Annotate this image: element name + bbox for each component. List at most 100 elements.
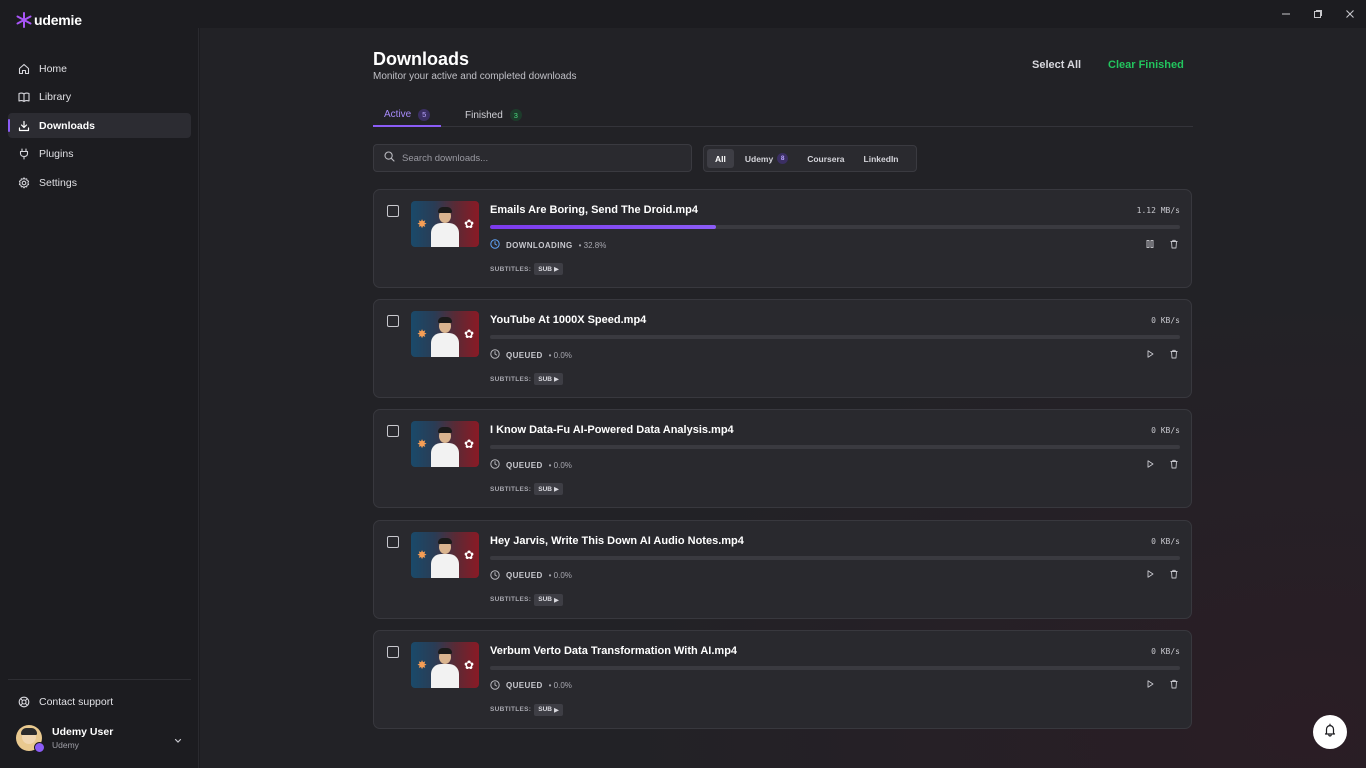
delete-button[interactable] bbox=[1168, 458, 1179, 469]
subtitles-badge[interactable]: SUB ▶ bbox=[534, 703, 564, 716]
progress-track bbox=[490, 225, 1180, 229]
contact-support-link[interactable]: Contact support bbox=[8, 690, 191, 714]
download-speed: 1.12 MB/s bbox=[1136, 206, 1180, 215]
select-all-button[interactable]: Select All bbox=[1032, 59, 1081, 71]
progress-track bbox=[490, 665, 1180, 670]
clock-icon bbox=[490, 239, 500, 251]
clock-icon bbox=[490, 569, 500, 582]
download-title: Emails Are Boring, Send The Droid.mp4 bbox=[490, 204, 699, 216]
thumbnail-person-body bbox=[431, 663, 459, 688]
pause-button[interactable] bbox=[1144, 238, 1155, 249]
filter-linkedin[interactable]: LinkedIn bbox=[856, 149, 907, 168]
play-button[interactable] bbox=[1144, 569, 1155, 580]
play-button[interactable] bbox=[1144, 679, 1155, 690]
clock-icon bbox=[490, 459, 500, 471]
status-percent: • 0.0% bbox=[548, 460, 572, 470]
thumbnail-burst-icon: ✸ bbox=[417, 327, 428, 342]
subtitles-badge[interactable]: SUB ▶ bbox=[534, 373, 564, 386]
download-checkbox[interactable] bbox=[387, 645, 399, 658]
sidebar-item-label: Plugins bbox=[39, 148, 74, 160]
subtitles-row: SUBTITLES: SUB ▶ bbox=[490, 373, 564, 386]
delete-button[interactable] bbox=[1168, 569, 1179, 580]
subtitles-label: SUBTITLES: bbox=[490, 375, 532, 383]
download-checkbox[interactable] bbox=[387, 425, 399, 438]
status-label: DOWNLOADING bbox=[506, 240, 573, 250]
thumbnail-knot-icon: ✿ bbox=[463, 437, 474, 452]
subtitles-badge-text: SUB bbox=[538, 485, 553, 493]
download-checkbox[interactable] bbox=[387, 205, 399, 217]
search-box[interactable] bbox=[373, 144, 692, 172]
delete-button[interactable] bbox=[1168, 238, 1179, 249]
sidebar-item-downloads[interactable]: Downloads bbox=[8, 113, 191, 138]
thumbnail-burst-icon: ✸ bbox=[417, 547, 428, 562]
minimize-button[interactable] bbox=[1270, 0, 1302, 28]
progress-track bbox=[490, 555, 1180, 560]
subtitles-row: SUBTITLES: SUB ▶ bbox=[490, 593, 564, 606]
sidebar: Home Library Downloads Plugins Settings bbox=[0, 28, 199, 768]
page-title: Downloads bbox=[373, 49, 470, 69]
delete-button[interactable] bbox=[1168, 679, 1179, 690]
chevron-down-icon[interactable] bbox=[173, 733, 183, 751]
notifications-button[interactable] bbox=[1313, 715, 1347, 749]
search-input[interactable] bbox=[402, 152, 682, 164]
clear-finished-button[interactable]: Clear Finished bbox=[1108, 59, 1184, 71]
status-label: QUEUED bbox=[506, 571, 543, 581]
close-button[interactable] bbox=[1334, 0, 1366, 28]
filter-udemy[interactable]: Udemy 8 bbox=[737, 149, 796, 168]
subtitles-badge[interactable]: SUB ▶ bbox=[534, 593, 564, 606]
plug-icon bbox=[18, 148, 30, 160]
download-actions bbox=[1144, 238, 1179, 249]
course-thumbnail: ✸ ✿ bbox=[411, 311, 479, 358]
thumbnail-knot-icon: ✿ bbox=[463, 217, 474, 231]
download-actions bbox=[1144, 569, 1179, 580]
tab-finished[interactable]: Finished 3 bbox=[454, 104, 533, 126]
download-speed: 0 KB/s bbox=[1151, 646, 1180, 656]
course-thumbnail: ✸ ✿ bbox=[411, 531, 479, 578]
tab-label: Finished bbox=[465, 109, 503, 121]
download-title: I Know Data-Fu AI-Powered Data Analysis.… bbox=[490, 424, 734, 437]
subtitles-badge-text: SUB bbox=[538, 706, 553, 714]
download-item: ✸ ✿ Hey Jarvis, Write This Down AI Audio… bbox=[373, 519, 1192, 619]
download-status: QUEUED • 0.0% bbox=[490, 459, 572, 471]
download-list: ✸ ✿ Emails Are Boring, Send The Droid.mp… bbox=[373, 189, 1192, 740]
delete-button[interactable] bbox=[1168, 348, 1179, 359]
filter-label: LinkedIn bbox=[863, 153, 899, 164]
download-status: QUEUED • 0.0% bbox=[490, 349, 572, 361]
download-speed: 0 KB/s bbox=[1151, 316, 1180, 326]
restore-button[interactable] bbox=[1302, 0, 1334, 28]
download-icon bbox=[18, 120, 30, 132]
sidebar-item-label: Library bbox=[39, 91, 72, 103]
sidebar-item-library[interactable]: Library bbox=[8, 85, 191, 110]
play-button[interactable] bbox=[1144, 348, 1155, 359]
clock-icon bbox=[490, 349, 500, 361]
clock-icon bbox=[490, 680, 500, 692]
subtitles-badge[interactable]: SUB ▶ bbox=[534, 483, 564, 496]
subtitles-badge[interactable]: SUB ▶ bbox=[534, 263, 564, 275]
progress-track bbox=[490, 335, 1180, 340]
download-status: QUEUED • 0.0% bbox=[490, 680, 572, 692]
thumbnail-knot-icon: ✿ bbox=[463, 327, 474, 342]
sidebar-item-home[interactable]: Home bbox=[8, 56, 191, 81]
filter-label: All bbox=[715, 153, 726, 164]
tab-active[interactable]: Active 5 bbox=[373, 104, 442, 127]
thumbnail-knot-icon: ✿ bbox=[463, 547, 474, 562]
sidebar-item-settings[interactable]: Settings bbox=[8, 170, 191, 195]
thumbnail-person-hair bbox=[438, 427, 452, 434]
filter-coursera[interactable]: Coursera bbox=[799, 149, 852, 168]
user-profile[interactable]: Udemy User Udemy bbox=[16, 724, 191, 753]
play-button[interactable] bbox=[1144, 458, 1155, 469]
user-name: Udemy User bbox=[52, 726, 114, 738]
play-arrow-icon: ▶ bbox=[554, 486, 560, 494]
download-item: ✸ ✿ Verbum Verto Data Transformation Wit… bbox=[373, 629, 1192, 729]
download-checkbox[interactable] bbox=[387, 535, 399, 548]
user-meta: Udemy User Udemy bbox=[52, 726, 113, 750]
app-logo: udemie bbox=[16, 12, 82, 28]
sidebar-item-label: Settings bbox=[39, 176, 77, 189]
download-speed: 0 KB/s bbox=[1151, 426, 1180, 436]
status-percent: • 32.8% bbox=[578, 240, 607, 250]
thumbnail-person-body bbox=[431, 333, 459, 358]
filter-all[interactable]: All bbox=[707, 149, 734, 168]
contact-support-label: Contact support bbox=[39, 696, 114, 708]
sidebar-item-plugins[interactable]: Plugins bbox=[8, 142, 191, 167]
download-checkbox[interactable] bbox=[387, 315, 399, 328]
